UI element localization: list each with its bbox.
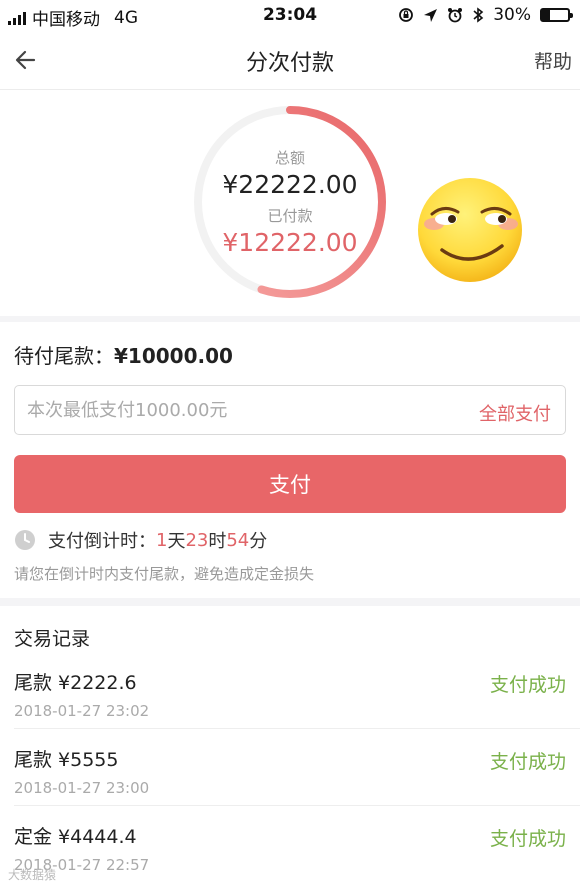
record-status: 支付成功 [489, 674, 566, 696]
record-name: 尾款 ¥2222.6 [14, 672, 137, 694]
help-button[interactable]: 帮助 [534, 47, 572, 74]
status-bar-right: 30% [398, 5, 573, 25]
clock-icon [15, 530, 35, 550]
countdown-day-unit: 天 [167, 531, 186, 552]
countdown-warning: 请您在倒计时内支付尾款，避免造成定金损失 [14, 565, 315, 583]
ring-text: 总额 ¥22222.00 已付款 ¥12222.00 [190, 102, 390, 302]
payment-summary: 总额 ¥22222.00 已付款 ¥12222.00 [0, 90, 580, 316]
countdown-label: 支付倒计时： [48, 531, 156, 552]
transaction-records: 交易记录 尾款 ¥2222.6 2018-01-27 23:02 支付成功 尾款… [0, 606, 580, 889]
countdown-minute-unit: 分 [249, 531, 268, 552]
countdown-minutes: 54 [226, 529, 250, 551]
pay-all-button[interactable]: 全部支付 [479, 400, 551, 426]
paid-amount: ¥12222.00 [222, 228, 358, 257]
record-divider [14, 805, 580, 806]
record-row: 尾款 ¥2222.6 2018-01-27 23:02 支付成功 [0, 668, 580, 745]
record-row: 尾款 ¥5555 2018-01-27 23:00 支付成功 [0, 745, 580, 822]
countdown-hour-unit: 时 [208, 531, 227, 552]
page-title: 分次付款 [245, 51, 334, 76]
payment-countdown: 支付倒计时： 1 天 23 时 54 分 [14, 527, 267, 553]
record-divider [14, 728, 580, 729]
watermark: 大数据猿 [8, 868, 57, 882]
amount-input[interactable] [27, 394, 447, 426]
record-status: 支付成功 [489, 751, 566, 773]
total-amount: ¥22222.00 [222, 170, 358, 199]
countdown-hours: 23 [185, 529, 209, 551]
remaining-label: 待付尾款： [14, 344, 114, 368]
record-status: 支付成功 [489, 828, 566, 850]
battery-percent: 30% [493, 5, 531, 25]
alarm-icon [448, 8, 463, 23]
record-row: 定金 ¥4444.4 2018-01-27 22:57 支付成功 [0, 822, 580, 889]
bluetooth-icon [473, 7, 484, 23]
location-icon [424, 8, 438, 22]
record-name: 尾款 ¥5555 [14, 749, 119, 771]
orientation-lock-icon [399, 8, 414, 22]
amount-field: 全部支付 [14, 385, 566, 435]
paid-label: 已付款 [267, 207, 313, 225]
record-name: 定金 ¥4444.4 [14, 826, 137, 848]
remaining-amount: ¥10000.00 [114, 344, 233, 368]
smirk-emoji-icon [418, 178, 522, 282]
pay-button[interactable]: 支付 [14, 455, 566, 513]
records-title: 交易记录 [14, 628, 91, 650]
total-label: 总额 [274, 149, 305, 167]
record-time: 2018-01-27 23:00 [14, 779, 150, 797]
remaining-balance: 待付尾款：¥10000.00 [14, 340, 233, 369]
payment-card: 待付尾款：¥10000.00 全部支付 支付 支付倒计时： 1天23时54分 请… [0, 322, 580, 598]
record-time: 2018-01-27 23:02 [14, 702, 150, 720]
countdown-days: 1 [156, 529, 168, 551]
battery-icon [540, 8, 573, 22]
status-bar: 中国移动 4G 23:04 30% [0, 0, 580, 32]
nav-bar: 分次付款 帮助 [0, 32, 580, 90]
